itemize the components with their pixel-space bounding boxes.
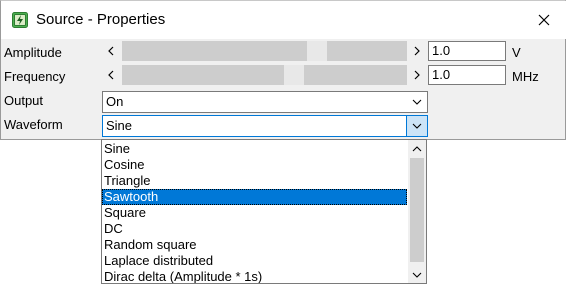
list-item-highlighted[interactable]: Sawtooth [102,189,407,205]
properties-dialog: Source - Properties Amplitude 1.0 V Freq… [0,0,567,140]
output-select[interactable]: On [102,91,428,113]
amplitude-label: Amplitude [4,45,62,60]
title-bar: Source - Properties [1,1,567,39]
frequency-slider-thumb[interactable] [284,65,304,85]
amplitude-slider-thumb[interactable] [307,41,327,61]
frequency-slider-right-arrow-icon[interactable] [409,65,425,85]
list-item[interactable]: Sine [102,141,407,157]
frequency-label: Frequency [4,69,66,84]
close-icon [538,14,550,26]
waveform-dropdown-list[interactable]: Sine Cosine Triangle Sawtooth Square DC … [101,139,427,284]
amplitude-value-input[interactable]: 1.0 [428,41,506,61]
close-button[interactable] [521,1,567,39]
frequency-slider-left-arrow-icon[interactable] [103,65,119,85]
frequency-slider-track[interactable] [122,65,407,85]
list-item[interactable]: DC [102,221,407,237]
amplitude-slider-fill [122,41,307,61]
amplitude-unit: V [512,45,521,60]
amplitude-slider-left-arrow-icon[interactable] [103,41,119,61]
amplitude-slider-rest [327,41,407,61]
frequency-value-input[interactable]: 1.0 [428,65,506,85]
list-scrollbar[interactable] [408,140,426,283]
window-title: Source - Properties [36,11,166,28]
list-item[interactable]: Square [102,205,407,221]
output-selected-value: On [106,94,124,109]
list-item[interactable]: Laplace distributed [102,253,407,269]
chevron-down-icon[interactable] [408,266,426,283]
amplitude-slider-right-arrow-icon[interactable] [409,41,425,61]
chevron-down-icon[interactable] [406,116,427,136]
frequency-slider-fill [122,65,284,85]
waveform-select[interactable]: Sine [102,115,428,137]
chevron-down-icon[interactable] [407,92,427,112]
list-item[interactable]: Triangle [102,173,407,189]
scrollbar-thumb[interactable] [410,158,424,262]
frequency-slider-rest [304,65,407,85]
output-label: Output [4,93,44,108]
list-item[interactable]: Dirac delta (Amplitude * 1s) [102,269,407,283]
waveform-selected-value: Sine [106,118,133,133]
frequency-unit: MHz [512,69,539,84]
chevron-up-icon[interactable] [408,140,426,157]
list-item[interactable]: Random square [102,237,407,253]
lightning-app-icon [12,12,28,28]
amplitude-slider-track[interactable] [122,41,407,61]
list-item[interactable]: Cosine [102,157,407,173]
waveform-label: Waveform [4,117,63,132]
